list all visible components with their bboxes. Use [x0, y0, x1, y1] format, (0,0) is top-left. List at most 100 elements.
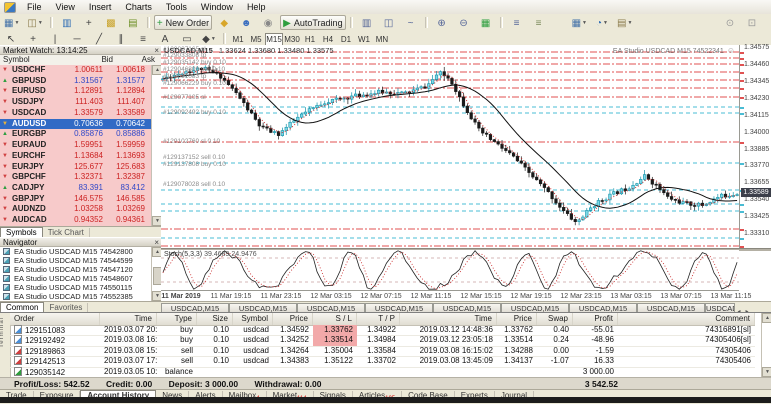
- column-header-comment[interactable]: Comment: [618, 313, 755, 325]
- new-chart-button[interactable]: ▦▼: [1, 15, 22, 30]
- cell-type: balance: [157, 367, 197, 377]
- axis-level-mark-icon: [740, 204, 744, 206]
- column-header-profit[interactable]: Profit: [573, 313, 618, 325]
- market-watch-row[interactable]: ▼ AUDNZD 1.03258 1.03269: [0, 204, 151, 216]
- column-header-sl[interactable]: S / L: [313, 313, 357, 325]
- market-watch-row[interactable]: ▼ GBPJPY 146.575 146.585: [0, 193, 151, 205]
- menu-item-window[interactable]: Window: [194, 0, 240, 14]
- metaeditor-button[interactable]: ◆: [214, 15, 234, 30]
- cell-value: 74305406: [715, 345, 751, 355]
- terminal-panel: Terminal Order Time Type Size Symbol Price S /…: [0, 312, 771, 402]
- column-header-size[interactable]: Size: [197, 313, 233, 325]
- profiles-button[interactable]: ◫▼: [24, 15, 45, 30]
- navigator-item[interactable]: EA Studio USDCAD M15 74542800: [3, 247, 133, 256]
- navigator-item[interactable]: EA Studio USDCAD M15 74550115: [3, 283, 132, 292]
- navigator-item[interactable]: EA Studio USDCAD M15 74544599: [3, 256, 133, 265]
- market-watch-row[interactable]: ▼ USDCHF 1.00611 1.00618: [0, 65, 151, 76]
- scroll-up-icon[interactable]: ▲: [762, 313, 771, 323]
- navigator-item[interactable]: EA Studio USDCAD M15 74547120: [3, 265, 133, 274]
- zoom-in-button[interactable]: ⊕: [432, 15, 452, 30]
- column-header-bid[interactable]: Bid: [101, 55, 113, 65]
- market-watch-row[interactable]: ▼ AUDCAD 0.94352 0.94361: [0, 215, 151, 226]
- navigator-button[interactable]: ▩: [101, 15, 121, 30]
- terminal-button[interactable]: ▤: [123, 15, 143, 30]
- channel-tool[interactable]: ∥: [111, 31, 131, 46]
- scroll-down-icon[interactable]: ▼: [762, 367, 771, 377]
- table-scrollbar[interactable]: ▲ ▼: [761, 313, 771, 377]
- column-header-price[interactable]: Price: [273, 313, 313, 325]
- bar-chart-button[interactable]: ▥: [357, 15, 377, 30]
- new-order-button[interactable]: + New Order: [153, 15, 213, 30]
- menu-item-insert[interactable]: Insert: [82, 0, 119, 14]
- arrow-label-tool[interactable]: ▭: [177, 31, 197, 46]
- trendline-tool[interactable]: ╱: [89, 31, 109, 46]
- market-watch-row[interactable]: ▼ USDJPY 111.403 111.407: [0, 97, 151, 108]
- cell-value: 74305406: [715, 356, 751, 366]
- time-periods-icon: ◔: [595, 18, 603, 29]
- column-header-time[interactable]: Time: [400, 313, 497, 325]
- column-header-order[interactable]: Order: [10, 313, 100, 325]
- shapes-tool[interactable]: ◆▼: [199, 31, 219, 46]
- cursor-tool[interactable]: ↖: [1, 31, 21, 46]
- symbol-name: EURCHF: [12, 150, 46, 160]
- market-watch-row[interactable]: ▼ EURAUD 1.59951 1.59959: [0, 140, 151, 151]
- stochastic-label: Stoch(5,3,3) 39.4689 24.9476: [164, 251, 257, 258]
- expert-advisor-icon: [3, 293, 10, 300]
- experts-button[interactable]: ☻: [236, 15, 256, 30]
- fibonacci-tool[interactable]: ≡: [133, 31, 153, 46]
- market-watch-button[interactable]: ▥: [57, 15, 77, 30]
- candlestick-chart[interactable]: [161, 45, 739, 248]
- column-header-ask[interactable]: Ask: [142, 55, 155, 65]
- market-watch-row[interactable]: ▲ CADJPY 83.391 83.412: [0, 183, 151, 194]
- axis-level-mark-icon: [740, 58, 744, 60]
- candle-chart-button[interactable]: ◫: [379, 15, 399, 30]
- add-chart-button[interactable]: ▦▼: [569, 15, 590, 30]
- tile-windows-button[interactable]: ▦: [476, 15, 496, 30]
- market-watch-row[interactable]: ▼ EURCHF 1.13684 1.13693: [0, 150, 151, 162]
- menu-item-charts[interactable]: Charts: [118, 0, 159, 14]
- navigator-item[interactable]: EA Studio USDCAD M15 74552385: [3, 292, 133, 301]
- news-button[interactable]: ◉: [258, 15, 278, 30]
- navigator-item[interactable]: EA Studio USDCAD M15 74548607: [3, 274, 133, 283]
- menu-item-file[interactable]: File: [20, 0, 49, 14]
- horizontal-line-tool[interactable]: ─: [67, 31, 87, 46]
- cell-price: 1.33514: [497, 335, 537, 345]
- dropdown-icon: ▼: [603, 20, 608, 26]
- menu-item-view[interactable]: View: [49, 0, 82, 14]
- indicators-button[interactable]: ≡: [507, 15, 527, 30]
- menu-item-help[interactable]: Help: [240, 0, 273, 14]
- toolbar-far-right-group: ⊙ ⊡: [719, 14, 763, 31]
- data-window-button[interactable]: +: [79, 15, 99, 30]
- market-watch-row[interactable]: ▼ USDCAD 1.33579 1.33589: [0, 107, 151, 119]
- column-header-price[interactable]: Price: [497, 313, 537, 325]
- column-header-time[interactable]: Time: [100, 313, 157, 325]
- vertical-line-tool[interactable]: |: [45, 31, 65, 46]
- column-header-swap[interactable]: Swap: [537, 313, 573, 325]
- cell-symbol: [233, 367, 273, 377]
- market-watch-row[interactable]: ▼ AUDUSD 0.70636 0.70642: [0, 118, 151, 130]
- menu-item-tools[interactable]: Tools: [159, 0, 194, 14]
- channel-tool-icon: ∥: [118, 34, 124, 45]
- cell-value: sell: [180, 356, 193, 366]
- cell-order: 129189863: [10, 345, 100, 356]
- feedback-icon[interactable]: ⊡: [742, 15, 762, 30]
- column-header-tp[interactable]: T / P: [357, 313, 400, 325]
- zoom-out-button[interactable]: ⊖: [454, 15, 474, 30]
- column-header-type[interactable]: Type: [157, 313, 197, 325]
- column-header-symbol[interactable]: Symbol: [3, 55, 30, 65]
- market-watch-row[interactable]: ▲ GBPUSD 1.31567 1.31577: [0, 75, 151, 87]
- line-chart-button[interactable]: ~: [401, 15, 421, 30]
- market-watch-row[interactable]: ▼ EURJPY 125.677 125.683: [0, 161, 151, 173]
- market-watch-row[interactable]: ▲ EURGBP 0.85876 0.85886: [0, 129, 151, 141]
- periods-button[interactable]: ≡: [529, 15, 549, 30]
- market-watch-row[interactable]: ▼ EURUSD 1.12891 1.12894: [0, 86, 151, 98]
- time-periods-button[interactable]: ◔▼: [592, 15, 612, 30]
- crosshair-tool[interactable]: +: [23, 31, 43, 46]
- search-icon[interactable]: ⊙: [720, 15, 740, 30]
- ask-value: 146.585: [116, 193, 145, 203]
- market-watch-row[interactable]: ▼ GBPCHF 1.32371 1.32387: [0, 172, 151, 184]
- layouts-button[interactable]: ▤▼: [614, 15, 635, 30]
- column-header-symbol[interactable]: Symbol: [233, 313, 273, 325]
- autotrading-button[interactable]: ▶ AutoTrading: [280, 15, 346, 30]
- text-tool[interactable]: A: [155, 31, 175, 46]
